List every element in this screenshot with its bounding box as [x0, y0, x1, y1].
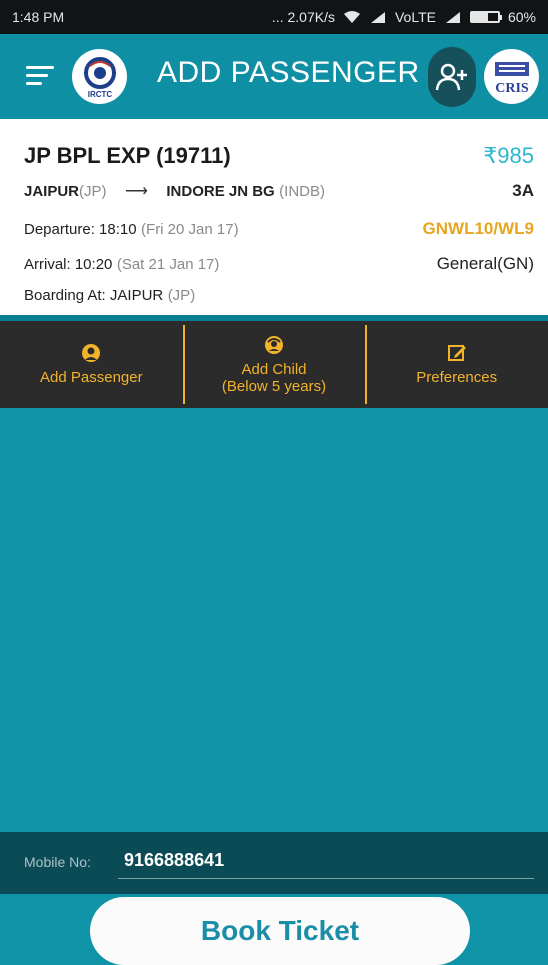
- tab-preferences[interactable]: Preferences: [365, 321, 548, 408]
- arrival-time: Arrival: 10:20: [24, 256, 113, 273]
- status-bar: 1:48 PM ... 2.07K/s VoLTE 60%: [0, 0, 548, 34]
- mobile-number-field[interactable]: 9166888641: [124, 850, 224, 871]
- signal-icon-2: [445, 12, 460, 23]
- network-speed: ... 2.07K/s: [271, 9, 335, 25]
- battery-level: 60%: [507, 9, 536, 25]
- tab-add-child-label: Add Child: [241, 360, 307, 378]
- tab-add-passenger[interactable]: Add Passenger: [0, 321, 183, 408]
- app-header: IRCTC ADD PASSENGER CRIS: [0, 34, 548, 119]
- cris-emblem-icon: CRIS: [494, 61, 529, 96]
- arrow-right-icon: ⟶: [124, 183, 148, 200]
- departure-time: Departure: 18:10: [24, 221, 137, 238]
- boarding-code: (JP): [167, 287, 196, 304]
- svg-text:IRCTC: IRCTC: [87, 90, 112, 99]
- irctc-emblem-icon: IRCTC: [83, 56, 116, 99]
- edit-icon: [447, 345, 466, 361]
- battery-icon: [469, 11, 502, 23]
- tab-preferences-label: Preferences: [416, 369, 498, 386]
- irctc-logo: IRCTC: [72, 49, 127, 104]
- to-code: (INDB): [279, 183, 325, 200]
- to-station: INDORE JN BG: [166, 183, 275, 200]
- travel-class: 3A: [512, 181, 534, 200]
- network-type: VoLTE: [394, 9, 436, 25]
- tab-add-passenger-label: Add Passenger: [40, 369, 143, 386]
- passenger-actions-bar: Add Passenger Add Child (Below 5 years) …: [0, 321, 548, 408]
- boarding-station: Boarding At: JAIPUR: [24, 287, 164, 304]
- train-details-card: JP BPL EXP (19711) ₹985 JAIPUR(JP) ⟶ IND…: [0, 119, 548, 321]
- signal-icon: [370, 12, 385, 23]
- wifi-icon: [343, 11, 360, 23]
- child-icon: [265, 335, 283, 354]
- mobile-label: Mobile No:: [24, 854, 91, 870]
- tab-add-child[interactable]: Add Child (Below 5 years): [182, 321, 366, 408]
- departure-date: (Fri 20 Jan 17): [141, 221, 239, 238]
- cris-logo: CRIS: [484, 49, 539, 104]
- from-station: JAIPUR: [24, 183, 80, 200]
- passenger-list-area: [0, 408, 548, 832]
- mobile-field-underline: [118, 878, 534, 879]
- svg-text:CRIS: CRIS: [495, 81, 529, 96]
- arrival-date: (Sat 21 Jan 17): [116, 256, 220, 273]
- availability-status: GNWL10/WL9: [422, 219, 534, 238]
- status-time: 1:48 PM: [12, 9, 65, 25]
- quota: General(GN): [436, 254, 534, 273]
- menu-icon[interactable]: [26, 64, 54, 88]
- mobile-number-bar: Mobile No: 9166888641: [0, 832, 548, 894]
- train-name: JP BPL EXP (19711): [24, 143, 231, 168]
- person-icon: [82, 344, 101, 362]
- add-passenger-header-button[interactable]: [428, 47, 476, 107]
- fare-amount: ₹985: [483, 143, 534, 168]
- from-code: (JP): [79, 183, 107, 200]
- page-title: ADD PASSENGER: [157, 56, 420, 89]
- add-person-icon: [435, 63, 467, 91]
- book-ticket-button[interactable]: Book Ticket: [90, 897, 470, 965]
- tab-add-child-sublabel: (Below 5 years): [221, 377, 327, 395]
